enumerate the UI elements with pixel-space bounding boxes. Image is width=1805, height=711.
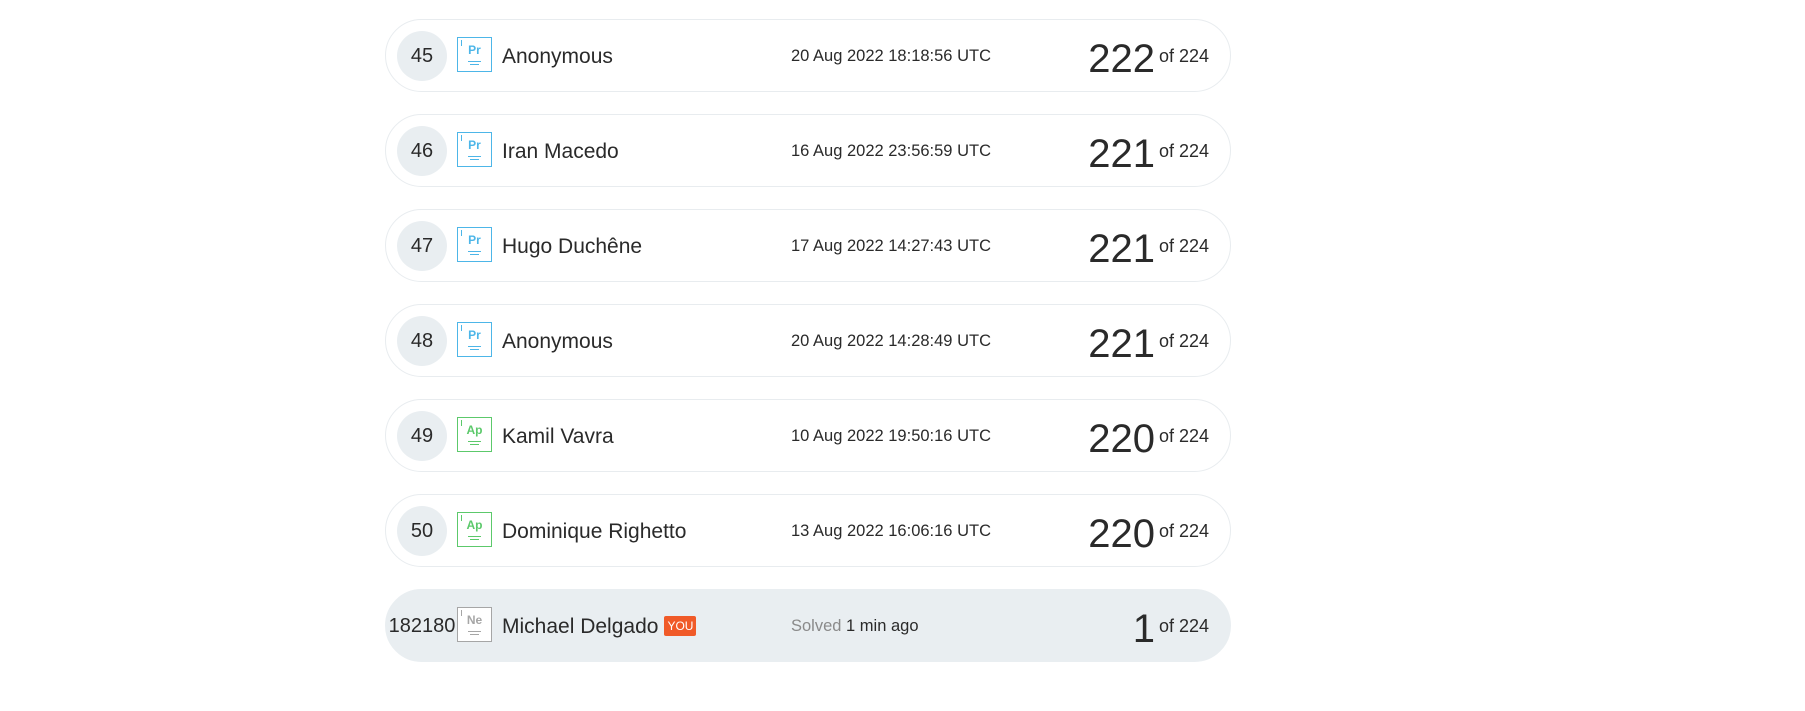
score: 220 of 224 — [1088, 495, 1209, 575]
leaderboard-row[interactable]: 48 Pr Anonymous 20 Aug 2022 14:28:49 UTC… — [385, 304, 1231, 377]
rank-badge-icon: Pr — [457, 132, 492, 167]
solved-time: Solved 1 min ago — [791, 590, 919, 663]
leaderboard: 45 Pr Anonymous 20 Aug 2022 18:18:56 UTC… — [385, 19, 1231, 684]
score-total: of 224 — [1158, 46, 1209, 66]
rank-number: 49 — [397, 411, 447, 461]
completion-date: 13 Aug 2022 16:06:16 UTC — [791, 522, 991, 540]
solved-label: Solved — [791, 617, 842, 635]
rank-number: 47 — [397, 221, 447, 271]
player-name[interactable]: Hugo Duchêne — [502, 210, 642, 283]
completion-date: 20 Aug 2022 18:18:56 UTC — [791, 47, 991, 65]
rank-badge-icon: Pr — [457, 37, 492, 72]
rank-badge-icon: Ap — [457, 417, 492, 452]
score-value: 221 — [1088, 132, 1155, 176]
score-total: of 224 — [1158, 521, 1209, 541]
score-total: of 224 — [1158, 616, 1209, 636]
rank-badge-icon: Pr — [457, 322, 492, 357]
rank-number: 50 — [397, 506, 447, 556]
score-value: 1 — [1132, 607, 1155, 651]
rank-number: 48 — [397, 316, 447, 366]
completion-date: 16 Aug 2022 23:56:59 UTC — [791, 142, 991, 160]
score: 221 of 224 — [1088, 115, 1209, 195]
score-total: of 224 — [1158, 331, 1209, 351]
you-badge: YOU — [664, 616, 697, 636]
score-value: 221 — [1088, 227, 1155, 271]
leaderboard-row[interactable]: 49 Ap Kamil Vavra 10 Aug 2022 19:50:16 U… — [385, 399, 1231, 472]
completion-date: 20 Aug 2022 14:28:49 UTC — [791, 332, 991, 350]
player-name[interactable]: Dominique Righetto — [502, 495, 686, 568]
completion-date: 17 Aug 2022 14:27:43 UTC — [791, 237, 991, 255]
score-total: of 224 — [1158, 426, 1209, 446]
rank-number: 182180 — [388, 615, 456, 637]
score: 222 of 224 — [1088, 20, 1209, 100]
score: 221 of 224 — [1088, 305, 1209, 385]
player-name-text: Michael Delgado — [502, 615, 659, 638]
score-value: 222 — [1088, 37, 1155, 81]
rank-badge-icon: Ap — [457, 512, 492, 547]
rank-badge-icon: Ne — [457, 607, 492, 642]
score-value: 220 — [1088, 417, 1155, 461]
rank-number: 46 — [397, 126, 447, 176]
leaderboard-row[interactable]: 50 Ap Dominique Righetto 13 Aug 2022 16:… — [385, 494, 1231, 567]
player-name[interactable]: Iran Macedo — [502, 115, 619, 188]
leaderboard-row[interactable]: 47 Pr Hugo Duchêne 17 Aug 2022 14:27:43 … — [385, 209, 1231, 282]
score-value: 221 — [1088, 322, 1155, 366]
score-value: 220 — [1088, 512, 1155, 556]
rank-badge-icon: Pr — [457, 227, 492, 262]
leaderboard-row[interactable]: 46 Pr Iran Macedo 16 Aug 2022 23:56:59 U… — [385, 114, 1231, 187]
player-name[interactable]: Michael Delgado YOU — [502, 590, 697, 663]
completion-date: 10 Aug 2022 19:50:16 UTC — [791, 427, 991, 445]
solved-time-value: 1 min ago — [846, 617, 919, 635]
score-total: of 224 — [1158, 141, 1209, 161]
current-user-row[interactable]: 182180 Ne Michael Delgado YOU Solved 1 mi… — [385, 589, 1231, 662]
player-name[interactable]: Anonymous — [502, 305, 613, 378]
score: 220 of 224 — [1088, 400, 1209, 480]
score-total: of 224 — [1158, 236, 1209, 256]
player-name[interactable]: Kamil Vavra — [502, 400, 614, 473]
score: 221 of 224 — [1088, 210, 1209, 290]
rank-number: 45 — [397, 31, 447, 81]
player-name[interactable]: Anonymous — [502, 20, 613, 93]
score: 1 of 224 — [1133, 590, 1209, 670]
leaderboard-row[interactable]: 45 Pr Anonymous 20 Aug 2022 18:18:56 UTC… — [385, 19, 1231, 92]
